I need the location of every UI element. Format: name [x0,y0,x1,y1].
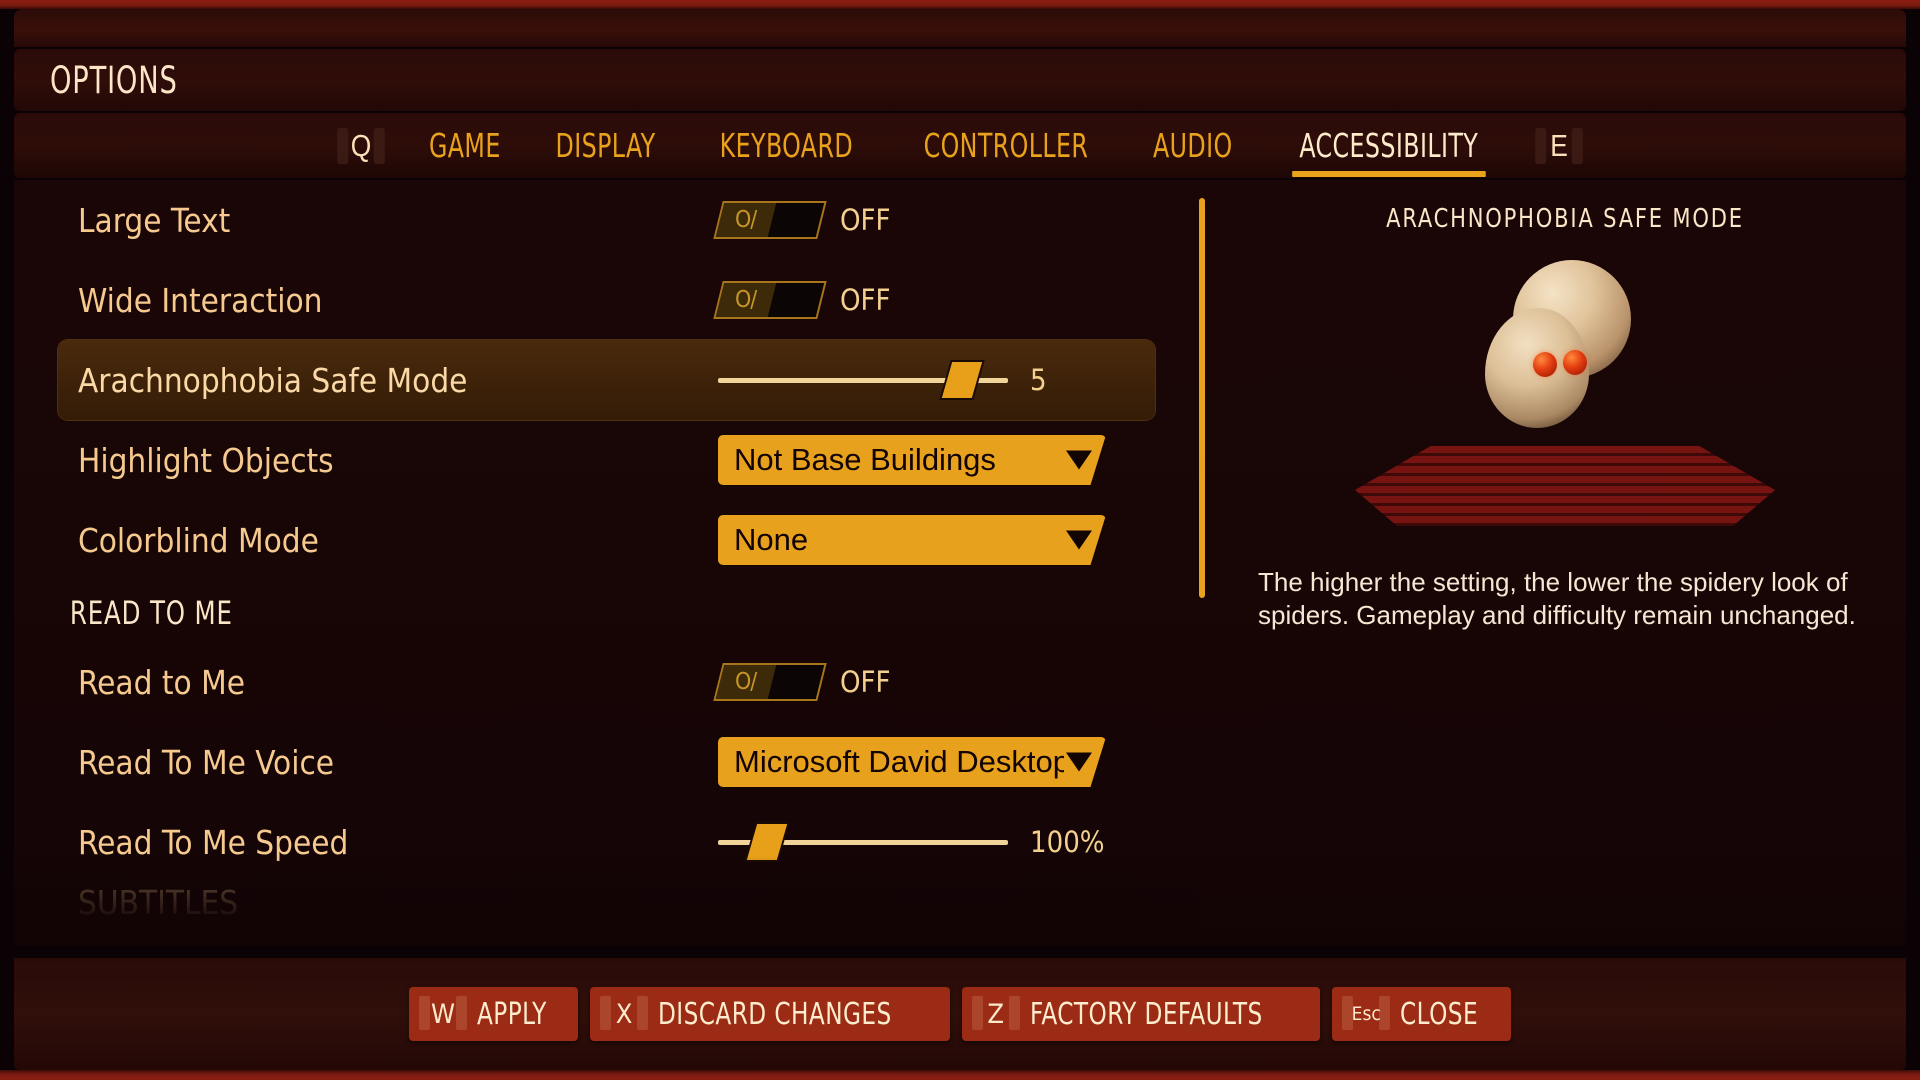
large-text-toggle[interactable]: O/ [713,201,827,239]
arachnophobia-safe-mode-value: 5 [1030,363,1047,397]
setting-control[interactable]: O/ OFF [713,201,891,239]
toggle-knob: O/ [715,203,777,237]
discard-changes-button-label: DISCARD CHANGES [658,996,892,1032]
wide-interaction-toggle[interactable]: O/ [713,281,827,319]
tab-accessibility[interactable]: ACCESSIBILITY [1285,126,1491,177]
footer-action-bar: W APPLY X DISCARD CHANGES Z FACTORY DEFA… [14,958,1906,1070]
chevron-down-icon [1066,450,1092,470]
close-key-label: Esc [1351,1003,1381,1025]
read-to-me-speed-value: 100% [1030,825,1105,859]
setting-label: Read To Me Speed [78,822,349,862]
preview-title: ARACHNOPHOBIA SAFE MODE [1386,204,1744,234]
apply-button[interactable]: W APPLY [409,987,579,1041]
setting-label: Large Text [78,200,231,240]
setting-label: Arachnophobia Safe Mode [78,360,468,400]
close-button-label: CLOSE [1400,996,1479,1032]
setting-row-wide-interaction[interactable]: Wide Interaction O/ OFF [58,260,1155,340]
next-tab-bumper-key[interactable]: E [1535,124,1584,168]
section-heading-read-to-me: READ TO ME [69,594,233,632]
read-to-me-toggle[interactable]: O/ [713,663,827,701]
setting-row-read-to-me-speed[interactable]: Read To Me Speed 100% [58,802,1155,882]
creature-eye-right [1563,350,1587,375]
setting-row-read-to-me-voice[interactable]: Read To Me Voice Microsoft David Desktop [58,722,1155,802]
setting-row-read-to-me[interactable]: Read to Me O/ OFF [58,642,1155,722]
creature-eye-left [1533,352,1557,377]
chevron-down-icon [1066,752,1092,772]
tab-bar: Q GAME DISPLAY KEYBOARD CONTROLLER AUDIO… [14,113,1906,178]
factory-defaults-button[interactable]: Z FACTORY DEFAULTS [961,987,1321,1041]
highlight-objects-dropdown[interactable]: Not Base Buildings [718,435,1106,485]
arachnophobia-safe-mode-slider[interactable] [718,361,1008,399]
bottom-accent-band [0,1070,1920,1080]
safe-mode-creature-icon [1475,260,1655,430]
slider-handle[interactable] [941,362,982,398]
apply-button-label: APPLY [477,996,547,1032]
setting-label: Highlight Objects [78,440,334,480]
clipped-next-section-heading: SUBTITLES [78,882,239,922]
read-to-me-voice-dropdown[interactable]: Microsoft David Desktop [718,737,1106,787]
discard-key-label: X [615,998,633,1030]
top-accent-band [0,0,1920,9]
slider-handle[interactable] [747,824,788,860]
setting-row-arachnophobia-safe-mode[interactable]: Arachnophobia Safe Mode 5 [58,340,1155,420]
setting-control[interactable]: Microsoft David Desktop [718,737,1106,787]
factory-defaults-keycap: Z [971,995,1020,1033]
setting-label: Wide Interaction [78,280,323,320]
prev-tab-bumper-key[interactable]: Q [336,124,385,168]
dropdown-value: Microsoft David Desktop [734,744,1064,779]
colorblind-mode-dropdown[interactable]: None [718,515,1106,565]
factory-defaults-key-label: Z [987,998,1005,1030]
tab-controller[interactable]: CONTROLLER [910,126,1102,165]
close-keycap: Esc [1342,995,1391,1033]
dropdown-value: Not Base Buildings [734,442,996,477]
setting-row-colorblind-mode[interactable]: Colorblind Mode None [58,500,1155,580]
setting-label: Colorblind Mode [78,520,319,560]
large-text-toggle-value: OFF [840,203,891,237]
tab-display[interactable]: DISPLAY [542,126,669,165]
tab-game[interactable]: GAME [415,126,514,165]
factory-defaults-button-label: FACTORY DEFAULTS [1029,996,1263,1032]
read-to-me-speed-slider[interactable] [718,823,1008,861]
setting-row-highlight-objects[interactable]: Highlight Objects Not Base Buildings [58,420,1155,500]
discard-changes-button[interactable]: X DISCARD CHANGES [590,987,950,1041]
preview-stage [1224,240,1906,540]
tab-audio[interactable]: AUDIO [1139,126,1246,165]
tab-keyboard[interactable]: KEYBOARD [706,126,867,165]
chevron-down-icon [1066,530,1092,550]
setting-control[interactable]: O/ OFF [713,663,891,701]
next-tab-key-label: E [1550,127,1568,163]
apply-key-label: W [430,998,456,1030]
setting-control[interactable]: 5 [718,361,1047,399]
setting-row-large-text[interactable]: Large Text O/ OFF [58,180,1155,260]
page-title: OPTIONS [50,58,178,102]
options-title-bar: OPTIONS [14,49,1906,111]
settings-list: Large Text O/ OFF Wide Interaction O/ OF… [14,180,1199,946]
options-content: Large Text O/ OFF Wide Interaction O/ OF… [14,180,1906,946]
setting-control[interactable]: Not Base Buildings [718,435,1106,485]
apply-keycap: W [419,995,467,1033]
setting-control[interactable]: None [718,515,1106,565]
toggle-knob: O/ [715,283,777,317]
wide-interaction-toggle-value: OFF [840,283,891,317]
setting-label: Read to Me [78,662,245,702]
window-top-bar [14,9,1906,47]
settings-scrollbar[interactable] [1199,198,1205,598]
toggle-knob: O/ [715,665,777,699]
preview-pane: ARACHNOPHOBIA SAFE MODE The higher the s… [1224,180,1906,946]
discard-keycap: X [600,995,649,1033]
prev-tab-key-label: Q [350,127,372,163]
read-to-me-toggle-value: OFF [840,665,891,699]
setting-label: Read To Me Voice [78,742,335,782]
preview-platform [1355,446,1775,526]
dropdown-value: None [734,522,809,557]
setting-control[interactable]: 100% [718,823,1105,861]
setting-control[interactable]: O/ OFF [713,281,891,319]
preview-description: The higher the setting, the lower the sp… [1258,567,1856,631]
close-button[interactable]: Esc CLOSE [1332,987,1511,1041]
